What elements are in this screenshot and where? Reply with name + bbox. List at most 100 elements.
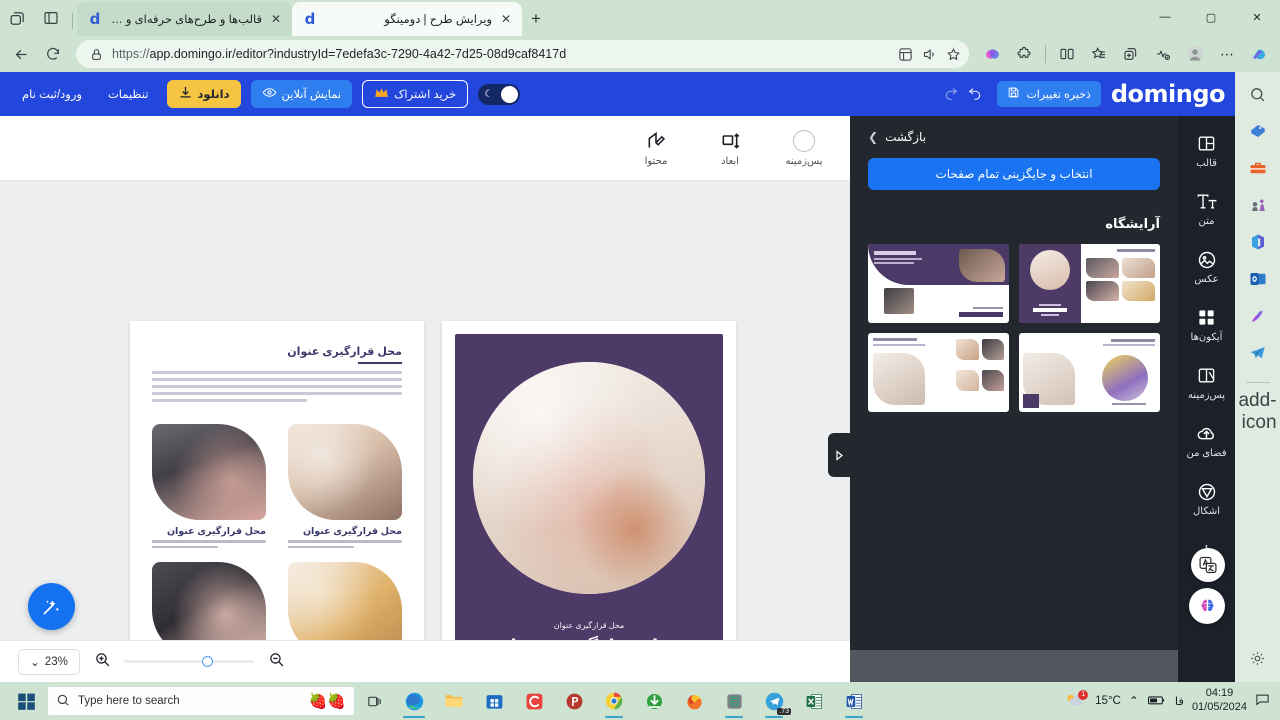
copilot-float-button[interactable] xyxy=(1189,588,1225,624)
tool-dimensions[interactable]: ابعاد xyxy=(706,129,754,167)
collections-icon[interactable] xyxy=(897,46,913,62)
browser-tab-2[interactable]: d ویرایش طرح | دومینگو ✕ xyxy=(292,2,522,36)
tab-search-icon[interactable] xyxy=(0,3,34,33)
tool-content[interactable]: محتوا xyxy=(632,129,680,167)
microsoft-store-icon[interactable] xyxy=(474,682,514,720)
download-button[interactable]: دانلود xyxy=(166,80,241,108)
tools-icon[interactable] xyxy=(1246,156,1270,180)
zoom-in-icon[interactable] xyxy=(92,651,112,673)
phpstorm-icon[interactable] xyxy=(554,682,594,720)
save-changes-button[interactable]: ذخیره تغییرات xyxy=(997,81,1101,107)
rail-item-image[interactable]: عکس xyxy=(1182,248,1232,285)
new-tab-button[interactable]: + xyxy=(522,5,550,33)
telegram-icon[interactable]: .73 xyxy=(754,682,794,720)
template-thumb-3[interactable] xyxy=(1019,333,1160,412)
undo-arrow-icon[interactable] xyxy=(967,84,983,104)
minimize-button[interactable]: — xyxy=(1142,0,1188,34)
tool-background[interactable]: پس‌زمینه xyxy=(780,129,828,167)
language-indicator[interactable]: فا xyxy=(1175,694,1184,708)
split-screen-icon[interactable] xyxy=(1052,40,1082,68)
weather-temperature[interactable]: 15°C xyxy=(1095,695,1121,707)
extensions-icon[interactable] xyxy=(1009,40,1039,68)
microsoft-word-icon[interactable] xyxy=(834,682,874,720)
copilot-icon[interactable] xyxy=(1244,40,1274,68)
dark-mode-toggle[interactable]: ☾ xyxy=(478,83,521,105)
zoom-slider[interactable] xyxy=(124,656,254,667)
settings-more-icon[interactable]: ⋯ xyxy=(1212,40,1242,68)
template-thumb-1[interactable] xyxy=(1019,244,1160,323)
windows-start-icon[interactable] xyxy=(4,682,48,720)
settings-gear-icon[interactable] xyxy=(1246,646,1270,670)
weather-sun-cloud-icon[interactable]: 1 xyxy=(1065,689,1089,712)
google-chrome-icon[interactable] xyxy=(594,682,634,720)
template-thumb-4[interactable] xyxy=(868,333,1009,412)
rail-item-template[interactable]: قالب xyxy=(1182,132,1232,169)
zoom-slider-handle[interactable] xyxy=(202,656,213,667)
reload-icon[interactable] xyxy=(38,40,68,68)
internet-download-manager-icon[interactable] xyxy=(634,682,674,720)
task-view-icon[interactable] xyxy=(354,682,394,720)
magic-wand-button[interactable] xyxy=(28,583,75,630)
rail-item-icons[interactable]: آیکون‌ها xyxy=(1182,306,1232,343)
browser-tab-1[interactable]: d قالب‌ها و طرح‌های حرفه‌ای و رایگان ✕ xyxy=(77,2,292,36)
notification-icon[interactable] xyxy=(1255,692,1270,710)
collections-add-icon[interactable] xyxy=(1116,40,1146,68)
domingo-logo[interactable]: domingo xyxy=(1111,80,1226,108)
buy-subscription-button[interactable]: خرید اشتراک xyxy=(362,80,469,108)
back-button[interactable]: بازگشت ❯ xyxy=(868,130,1160,144)
image-card[interactable]: محل قرارگیری عنوان xyxy=(152,424,266,548)
search-icon[interactable] xyxy=(1246,82,1270,106)
zoom-out-icon[interactable] xyxy=(266,651,286,673)
address-bar[interactable]: https://app.domingo.ir/editor?industryId… xyxy=(76,40,969,68)
toolbar-divider xyxy=(1045,45,1046,63)
maximize-button[interactable]: ▢ xyxy=(1188,0,1234,34)
games-icon[interactable] xyxy=(1246,193,1270,217)
live-preview-button[interactable]: نمایش آنلاین xyxy=(250,80,353,108)
close-window-button[interactable]: ✕ xyxy=(1234,0,1280,34)
browser-essentials-icon[interactable] xyxy=(1148,40,1178,68)
file-explorer-icon[interactable] xyxy=(434,682,474,720)
tab-layout-icon[interactable] xyxy=(34,3,68,33)
battery-icon[interactable] xyxy=(1147,693,1167,710)
telegram-icon[interactable] xyxy=(1246,341,1270,365)
rail-item-shapes[interactable]: اشکال xyxy=(1182,480,1232,517)
login-register-link[interactable]: ورود/ثبت نام xyxy=(14,87,90,101)
redo-arrow-icon[interactable] xyxy=(943,84,959,104)
image-card[interactable]: محل قرارگیری عنوان xyxy=(288,424,402,548)
read-aloud-icon[interactable] xyxy=(921,46,937,62)
document-page-2[interactable]: محل قرارگیری عنوان محل قرارگیری عنوان مح… xyxy=(442,321,736,682)
zoom-level-select[interactable]: ⌄ 23% xyxy=(18,648,80,675)
profile-icon[interactable] xyxy=(1180,40,1210,68)
replace-all-pages-button[interactable]: انتخاب و جایگزینی تمام صفحات xyxy=(868,158,1160,190)
rail-item-text[interactable]: متن xyxy=(1182,190,1232,227)
notes-app-icon[interactable] xyxy=(714,682,754,720)
rail-item-my-space[interactable]: فضای من xyxy=(1182,422,1232,459)
camtasia-icon[interactable] xyxy=(514,682,554,720)
tab-close-icon[interactable]: ✕ xyxy=(269,13,283,25)
rail-item-background[interactable]: پس‌زمینه xyxy=(1182,364,1232,401)
tray-chevron-icon[interactable]: ⌃ xyxy=(1129,694,1139,708)
panel-expand-handle[interactable] xyxy=(828,433,850,477)
microsoft-edge-icon[interactable] xyxy=(394,682,434,720)
settings-link[interactable]: تنظیمات xyxy=(100,87,157,101)
back-icon[interactable] xyxy=(6,40,36,68)
microsoft365-icon[interactable] xyxy=(1246,230,1270,254)
template-thumb-2[interactable] xyxy=(868,244,1009,323)
shopping-tag-icon[interactable] xyxy=(1246,119,1270,143)
canvas-area[interactable]: محل قرارگیری عنوان محل قرارگیری عنوان مح… xyxy=(0,181,850,682)
favorites-list-icon[interactable] xyxy=(1084,40,1114,68)
copilot-brain-icon[interactable] xyxy=(977,40,1007,68)
search-input[interactable]: Type here to search 🍓🍓 xyxy=(48,687,354,715)
designer-icon[interactable] xyxy=(1246,304,1270,328)
translate-button[interactable] xyxy=(1191,548,1225,582)
microsoft-excel-icon[interactable] xyxy=(794,682,834,720)
tab-close-icon[interactable]: ✕ xyxy=(499,13,513,25)
outlook-icon[interactable] xyxy=(1246,267,1270,291)
mozilla-firefox-icon[interactable] xyxy=(674,682,714,720)
panel-scroll-strip[interactable] xyxy=(850,650,1178,682)
favorite-star-icon[interactable] xyxy=(945,46,961,62)
document-page-1[interactable]: محل قرارگیری عنوان محل قرارگیری عنوان مح… xyxy=(130,321,424,682)
edit-pencil-icon xyxy=(646,129,666,153)
taskbar-clock[interactable]: 04:19 01/05/2024 xyxy=(1192,687,1247,715)
add-icon[interactable]: add-icon xyxy=(1238,390,1276,433)
